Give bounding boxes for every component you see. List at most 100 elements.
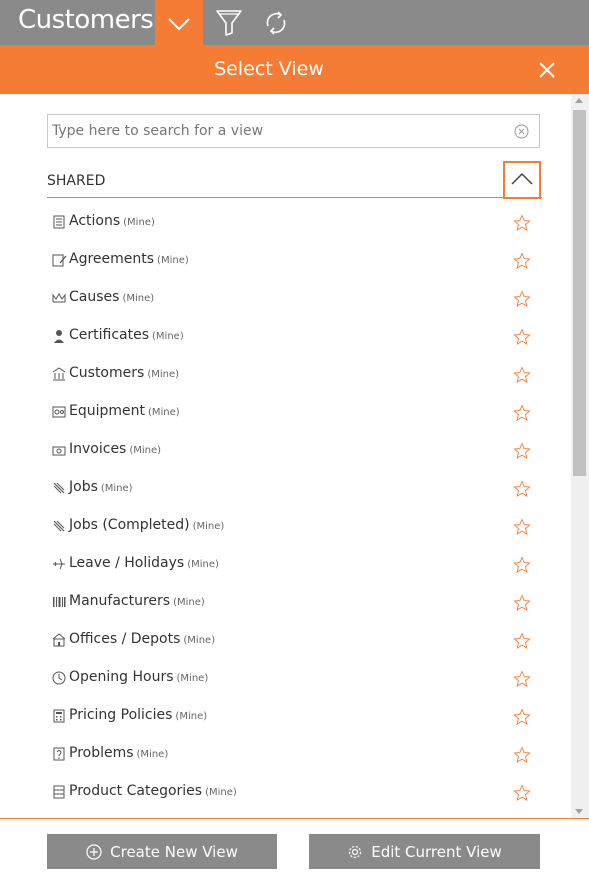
favorite-star-icon[interactable] (513, 594, 531, 612)
person-icon (54, 330, 64, 343)
view-label: Pricing Policies (69, 707, 173, 723)
chevron-up-icon (511, 172, 533, 185)
favorite-star-icon[interactable] (513, 784, 531, 802)
edit-current-view-button[interactable]: Edit Current View (309, 834, 540, 869)
close-button[interactable] (534, 57, 560, 83)
view-list-item[interactable]: Opening Hours (Mine) (47, 660, 542, 698)
owner-tag: (Mine) (205, 787, 237, 798)
favorite-star-icon[interactable] (513, 518, 531, 536)
search-box (47, 114, 540, 148)
view-list-area[interactable]: SHARED Actions(Mine)Agreements(Mine)Caus… (0, 94, 589, 818)
page-title: Customers (18, 5, 154, 35)
scroll-up-arrow-icon[interactable] (575, 98, 583, 103)
owner-tag: (Mine) (147, 369, 180, 380)
view-list-item[interactable]: Jobs (Mine) (47, 470, 542, 508)
favorite-star-icon[interactable] (513, 366, 531, 384)
view-list-item[interactable]: Causes (Mine) (47, 280, 542, 318)
view-name: Agreements (Mine) (69, 251, 189, 267)
view-list-item[interactable]: Agreements (Mine) (47, 242, 542, 280)
favorite-star-icon[interactable] (513, 442, 531, 460)
filter-button[interactable] (207, 0, 251, 45)
owner-tag: (Mine) (175, 711, 208, 722)
clock-icon (52, 671, 66, 685)
view-name: Equipment (Mine) (69, 403, 180, 419)
view-list-item[interactable]: Leave / Holidays (Mine) (47, 546, 542, 584)
refresh-icon (266, 11, 286, 35)
calculator-icon (53, 709, 65, 723)
view-list-item[interactable]: Jobs (Completed) (Mine) (47, 508, 542, 546)
view-name: Causes (Mine) (69, 289, 154, 305)
favorite-star-icon[interactable] (513, 480, 531, 498)
view-list-item[interactable]: Customers (Mine) (47, 356, 542, 394)
favorite-star-icon[interactable] (513, 290, 531, 308)
view-name: Jobs (Completed) (Mine) (69, 517, 224, 533)
view-list-item[interactable]: Certificates (Mine) (47, 318, 542, 356)
view-label: Jobs (69, 479, 98, 495)
scrollbar[interactable] (571, 94, 589, 818)
view-list-item[interactable]: Invoices (Mine) (47, 432, 542, 470)
owner-tag: (Mine) (136, 749, 169, 760)
view-name: Jobs (Mine) (69, 479, 133, 495)
view-label: Customers (69, 365, 145, 381)
view-label: Opening Hours (69, 669, 174, 685)
owner-tag: (Mine) (173, 597, 205, 608)
view-label: Problems (69, 745, 134, 761)
owner-tag: (Mine) (187, 559, 219, 570)
view-label: Certificates (69, 327, 150, 343)
scrollbar-thumb[interactable] (573, 110, 586, 476)
document-pen-icon (52, 254, 67, 267)
search-input[interactable] (52, 115, 502, 147)
view-list: Actions (Mine) Agreements (Mine) Causes (Mine… (47, 204, 542, 812)
view-label: Agreements (69, 251, 155, 267)
bank-icon (52, 367, 66, 381)
scroll-down-arrow-icon[interactable] (575, 809, 583, 814)
view-label: Causes (69, 289, 120, 305)
view-label: Leave / Holidays (69, 555, 185, 571)
clear-search-icon[interactable] (514, 124, 529, 139)
favorite-star-icon[interactable] (513, 746, 531, 764)
barcode-icon (53, 597, 66, 607)
view-list-item[interactable]: Offices / Depots (Mine) (47, 622, 542, 660)
view-list-item[interactable]: Actions (Mine) (47, 204, 542, 242)
view-list-item[interactable]: Pricing Policies (Mine) (47, 698, 542, 736)
view-name: Problems (Mine) (69, 745, 168, 761)
funnel-icon (216, 10, 242, 36)
footer: Create New View Edit Current View (0, 818, 589, 879)
view-list-item[interactable]: Product Categories (Mine) (47, 774, 542, 812)
owner-tag: (Mine) (152, 331, 184, 342)
view-list-item[interactable]: Manufacturers (Mine) (47, 584, 542, 622)
tools-icon (53, 482, 65, 494)
view-name: Offices / Depots (Mine) (69, 631, 215, 647)
favorite-star-icon[interactable] (513, 214, 531, 232)
view-name: Customers (Mine) (69, 365, 179, 381)
view-list-item[interactable]: Problems (Mine) (47, 736, 542, 774)
create-new-view-button[interactable]: Create New View (47, 834, 277, 869)
favorite-star-icon[interactable] (513, 632, 531, 650)
view-name: Opening Hours (Mine) (69, 669, 208, 685)
stack-icon (53, 215, 65, 229)
owner-tag: (Mine) (176, 673, 209, 684)
panel-title: Select View (214, 58, 324, 80)
favorite-star-icon[interactable] (513, 708, 531, 726)
invoice-icon (52, 446, 66, 456)
view-list-item[interactable]: Equipment (Mine) (47, 394, 542, 432)
view-label: Equipment (69, 403, 145, 419)
favorite-star-icon[interactable] (513, 252, 531, 270)
collapse-section-button[interactable] (503, 161, 541, 199)
top-bar: Customers (0, 0, 589, 45)
owner-tag: (Mine) (183, 635, 216, 646)
refresh-button[interactable] (254, 0, 298, 45)
view-name: Actions (Mine) (69, 213, 155, 229)
view-name: Leave / Holidays (Mine) (69, 555, 219, 571)
panel-header: Select View (0, 45, 589, 94)
favorite-star-icon[interactable] (513, 404, 531, 422)
view-dropdown-button[interactable] (155, 0, 203, 45)
favorite-star-icon[interactable] (513, 670, 531, 688)
view-name: Invoices (Mine) (69, 441, 161, 457)
favorite-star-icon[interactable] (513, 328, 531, 346)
favorite-star-icon[interactable] (513, 556, 531, 574)
owner-tag: (Mine) (157, 255, 189, 266)
view-label: Offices / Depots (69, 631, 181, 647)
view-name: Manufacturers (Mine) (69, 593, 205, 609)
plane-icon (53, 558, 65, 570)
